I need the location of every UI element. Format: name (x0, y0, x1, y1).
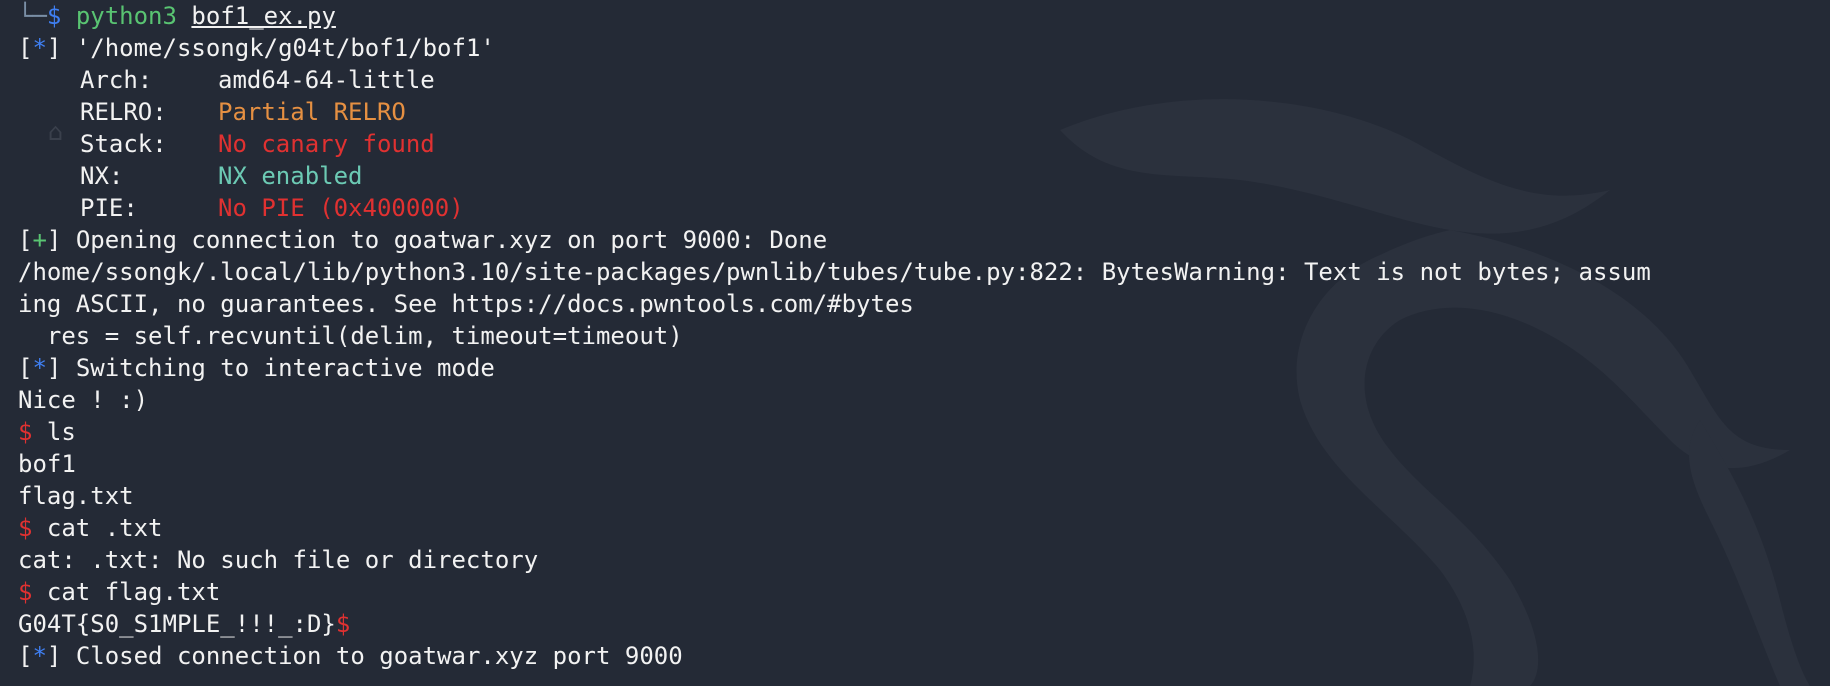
checksec-row-relro: RELRO: Partial RELRO (18, 96, 1830, 128)
shell-command-line: $ cat .txt (18, 512, 1830, 544)
shell-command-line: $ cat flag.txt (18, 576, 1830, 608)
info-marker: * (32, 354, 47, 382)
shell-command: cat flag.txt (46, 578, 221, 606)
checksec-value: No canary found (218, 130, 435, 158)
shell-prompt-symbol: $ (18, 514, 33, 542)
prompt-symbol: $ (46, 2, 62, 30)
terminal-window[interactable]: ⌂ └─$ python3 bof1_ex.py [*] '/home/sson… (0, 0, 1830, 686)
command-arg: bof1_ex.py (191, 2, 336, 30)
checksec-row-pie: PIE: No PIE (0x400000) (18, 192, 1830, 224)
shell-command-line: $ ls (18, 416, 1830, 448)
flag-line: G04T{S0_S1MPLE_!!!_:D}$ (18, 608, 1830, 640)
prompt-line: └─$ python3 bof1_ex.py (18, 0, 1830, 32)
ls-output: bof1 (18, 450, 76, 478)
binary-path: '/home/ssongk/g04t/bof1/bof1' (75, 34, 495, 62)
checksec-row-arch: Arch: amd64-64-little (18, 64, 1830, 96)
terminal-output: └─$ python3 bof1_ex.py [*] '/home/ssongk… (18, 0, 1830, 672)
checksec-row-nx: NX: NX enabled (18, 160, 1830, 192)
closed-connection-text: Closed connection to goatwar.xyz port 90… (75, 642, 683, 670)
shell-command: ls (46, 418, 76, 446)
flag-text: G04T{S0_S1MPLE_!!!_:D} (18, 610, 336, 638)
checksec-value: amd64-64-little (218, 66, 435, 94)
warning-line: res = self.recvuntil(delim, timeout=time… (18, 322, 683, 350)
warning-line: ing ASCII, no guarantees. See https://do… (18, 290, 914, 318)
connection-text: Opening connection to goatwar.xyz on por… (75, 226, 828, 254)
checksec-label: Stack: (80, 130, 167, 158)
shell-prompt-symbol: $ (335, 610, 351, 638)
connection-line: [+] Opening connection to goatwar.xyz on… (18, 226, 828, 254)
ls-output: flag.txt (18, 482, 134, 510)
closed-connection-line: [*] Closed connection to goatwar.xyz por… (18, 642, 683, 670)
interactive-line: [*] Switching to interactive mode (18, 354, 495, 382)
prompt-corner: └─ (18, 2, 47, 30)
shell-prompt-symbol: $ (18, 578, 33, 606)
checksec-label: Arch: (80, 66, 153, 94)
warning-line: /home/ssongk/.local/lib/python3.10/site-… (18, 258, 1651, 286)
checksec-row-stack: Stack: No canary found (18, 128, 1830, 160)
checksec-label: PIE: (80, 194, 138, 222)
shell-command: cat .txt (46, 514, 163, 542)
checksec-value: No PIE (0x400000) (218, 194, 464, 222)
checksec-label: RELRO: (80, 98, 167, 126)
binary-path-line: [*] '/home/ssongk/g04t/bof1/bof1' (18, 34, 495, 62)
checksec-value: Partial RELRO (218, 98, 406, 126)
command-name: python3 (75, 2, 177, 30)
cat-error-output: cat: .txt: No such file or directory (18, 546, 539, 574)
shell-prompt-symbol: $ (18, 418, 33, 446)
success-marker: + (32, 226, 47, 254)
info-marker: * (32, 34, 47, 62)
program-output: Nice ! :) (18, 386, 149, 414)
checksec-value: NX enabled (218, 162, 363, 190)
interactive-text: Switching to interactive mode (75, 354, 495, 382)
info-marker: * (32, 642, 47, 670)
checksec-label: NX: (80, 162, 124, 190)
